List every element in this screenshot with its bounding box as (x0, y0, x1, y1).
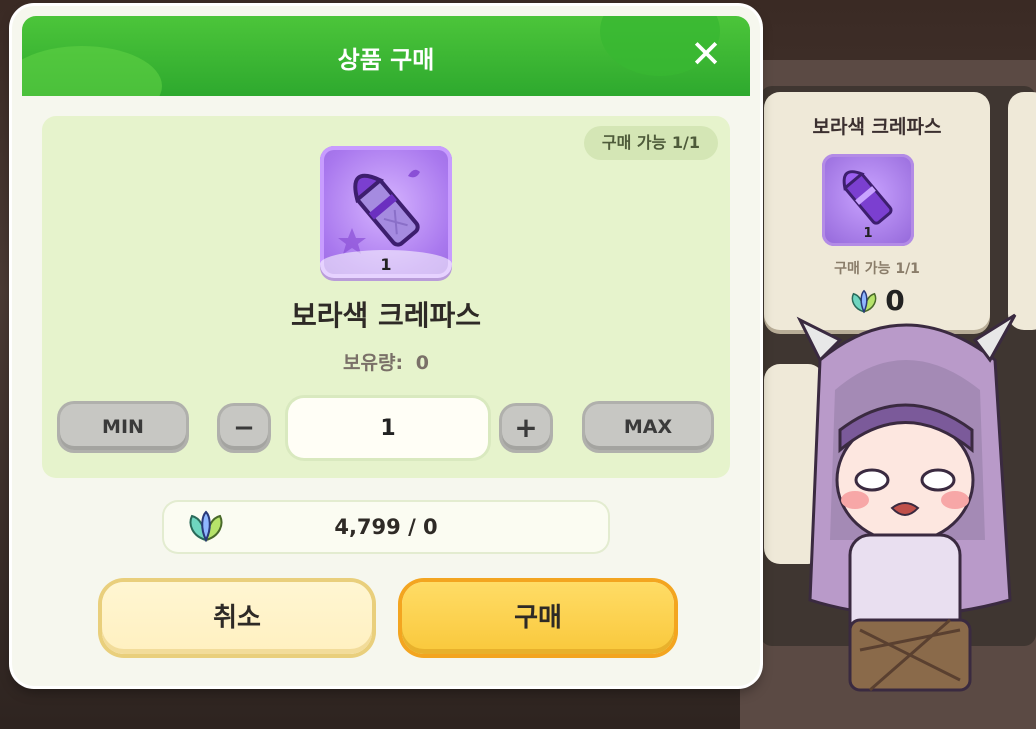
dialog-header: 상품 구매 ✕ (22, 16, 750, 96)
plus-button[interactable]: + (502, 406, 550, 450)
item-name: 보라색 크레파스 (290, 299, 482, 332)
dialog-title: 상품 구매 (337, 46, 435, 74)
shop-item-title: 보라색 크레파스 (812, 116, 942, 138)
minus-button[interactable]: − (220, 406, 268, 450)
owned-amount: 보유량: 0 (42, 348, 730, 375)
shop-item-qty: 1 (863, 226, 873, 241)
item-stack-qty: 1 (380, 255, 392, 274)
quantity-input[interactable] (288, 398, 488, 458)
min-button[interactable]: MIN (60, 404, 186, 450)
shop-item-card[interactable]: 보라색 크레파스 1 구매 가능 1/1 0 (764, 92, 990, 330)
cost-text: 4,799 / 0 (334, 515, 438, 539)
purchase-dialog: 상품 구매 ✕ 구매 가능 1/1 1 보라색 크레파스 보유량: 0 MIN … (12, 6, 760, 686)
cost-display: 4,799 / 0 (164, 502, 608, 552)
buy-button[interactable]: 구매 (402, 582, 674, 654)
close-icon[interactable]: ✕ (686, 34, 726, 74)
item-panel: 구매 가능 1/1 1 보라색 크레파스 보유량: 0 MIN − + (42, 116, 730, 478)
max-button[interactable]: MAX (585, 404, 711, 450)
shop-item-limit: 구매 가능 1/1 (834, 261, 920, 277)
owned-label: 보유량: (343, 352, 404, 374)
purple-crayon-icon: 1 (320, 146, 452, 278)
shopkeeper-character (780, 300, 1030, 720)
owned-value: 0 (415, 352, 429, 374)
shop-item-card-partial[interactable] (1008, 92, 1036, 330)
cancel-button[interactable]: 취소 (102, 582, 372, 654)
purchase-limit-badge: 구매 가능 1/1 (583, 126, 718, 160)
